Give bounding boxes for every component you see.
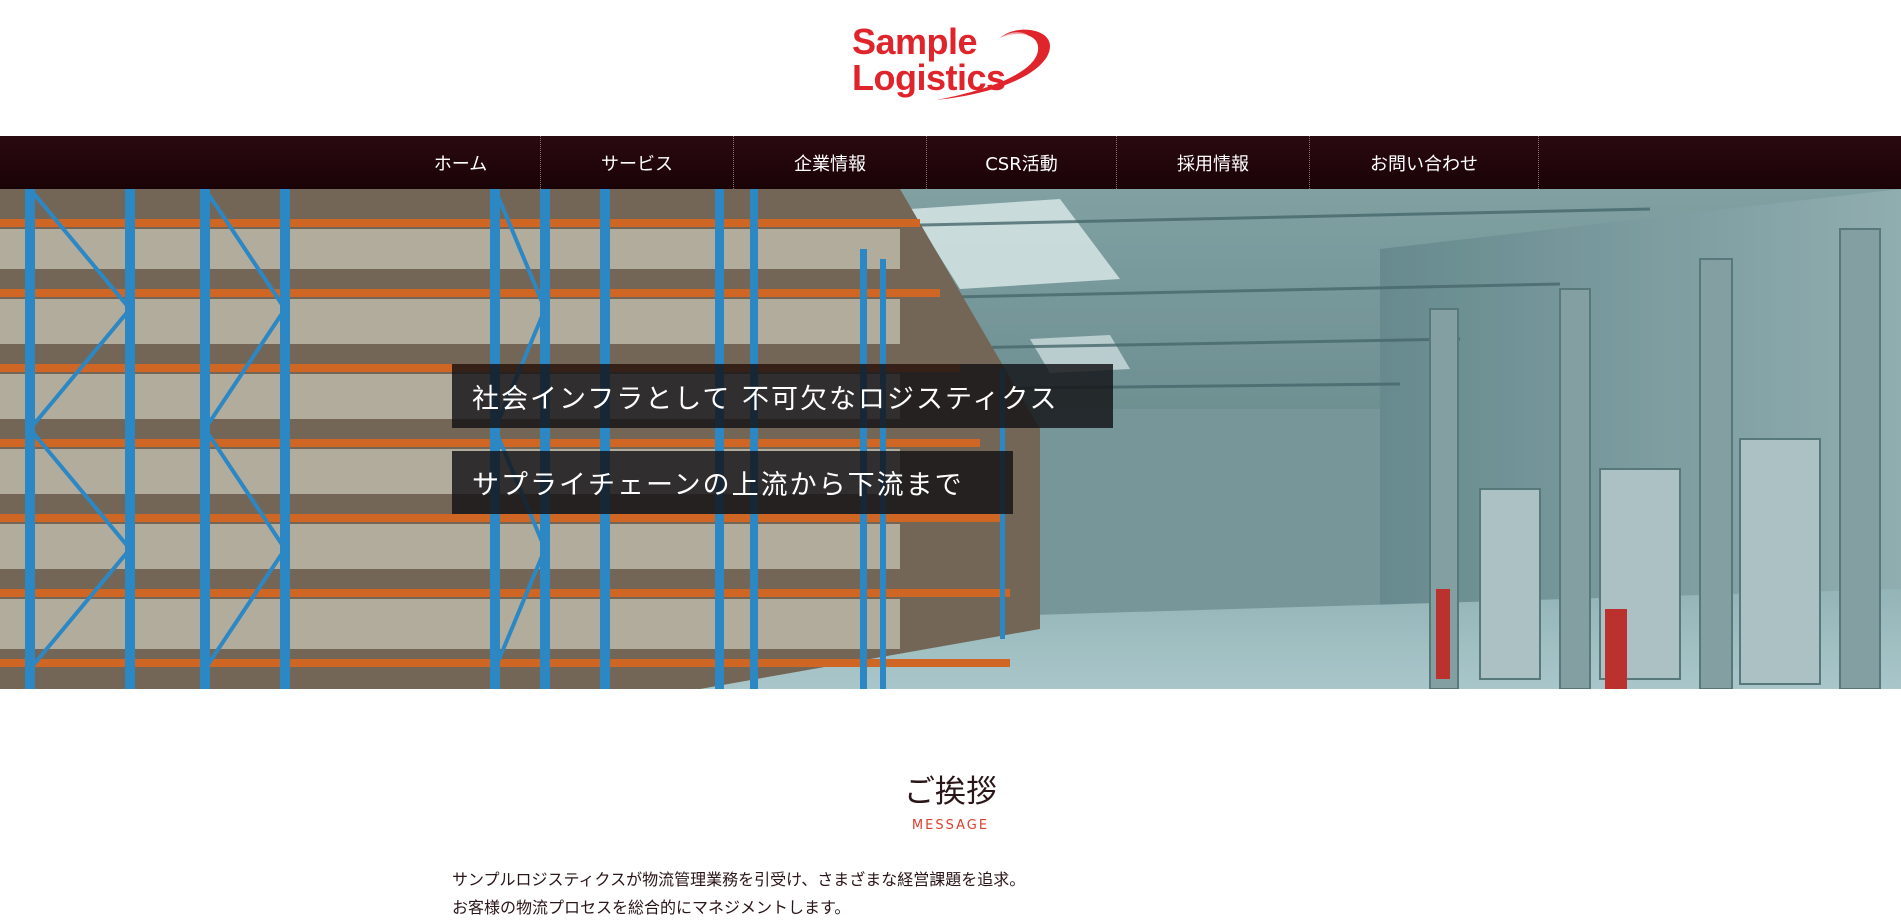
nav-item-contact[interactable]: お問い合わせ [1310, 136, 1539, 189]
message-paragraph-line1: サンプルロジスティクスが物流管理業務を引受け、さまざまな経営課題を追求。 [452, 870, 1026, 889]
hero-caption-2: サプライチェーンの上流から下流まで [452, 451, 1013, 514]
nav-item-home-label: ホーム [433, 153, 488, 175]
nav-item-csr-label: CSR活動 [985, 153, 1058, 175]
message-subtitle: MESSAGE [911, 818, 990, 833]
nav-item-recruit-label: 採用情報 [1177, 153, 1249, 175]
hero-caption-2-text: サプライチェーンの上流から下流まで [472, 470, 964, 501]
nav-item-services[interactable]: サービス [541, 136, 734, 189]
nav-item-recruit[interactable]: 採用情報 [1117, 136, 1310, 189]
site-header: Sample Logistics [0, 0, 1901, 136]
nav-item-company-label: 企業情報 [794, 153, 866, 175]
hero-caption-1-text: 社会インフラとして 不可欠なロジスティクス [472, 383, 1059, 415]
nav-item-services-label: サービス [601, 153, 673, 175]
site-logo[interactable]: Sample Logistics [850, 20, 1060, 104]
nav-item-company[interactable]: 企業情報 [734, 136, 927, 189]
logo-text-line1: Sample [852, 21, 978, 62]
message-body: サンプルロジスティクスが物流管理業務を引受け、さまざまな経営課題を追求。 お客様… [452, 866, 1452, 922]
message-title: ご挨拶 [904, 774, 997, 810]
main-nav: ホーム サービス 企業情報 CSR活動 採用情報 お問い合わせ [0, 136, 1901, 189]
nav-item-contact-label: お問い合わせ [1370, 153, 1478, 175]
message-paragraph-line2: お客様の物流プロセスを総合的にマネジメントします。 [452, 898, 851, 917]
logo-text-line2: Logistics [852, 57, 1006, 98]
warehouse-image [0, 189, 1901, 689]
hero-caption-1: 社会インフラとして 不可欠なロジスティクス [452, 364, 1113, 428]
hero-banner: 社会インフラとして 不可欠なロジスティクス サプライチェーンの上流から下流まで [0, 189, 1901, 689]
nav-item-csr[interactable]: CSR活動 [927, 136, 1117, 189]
nav-item-home[interactable]: ホーム [381, 136, 541, 189]
